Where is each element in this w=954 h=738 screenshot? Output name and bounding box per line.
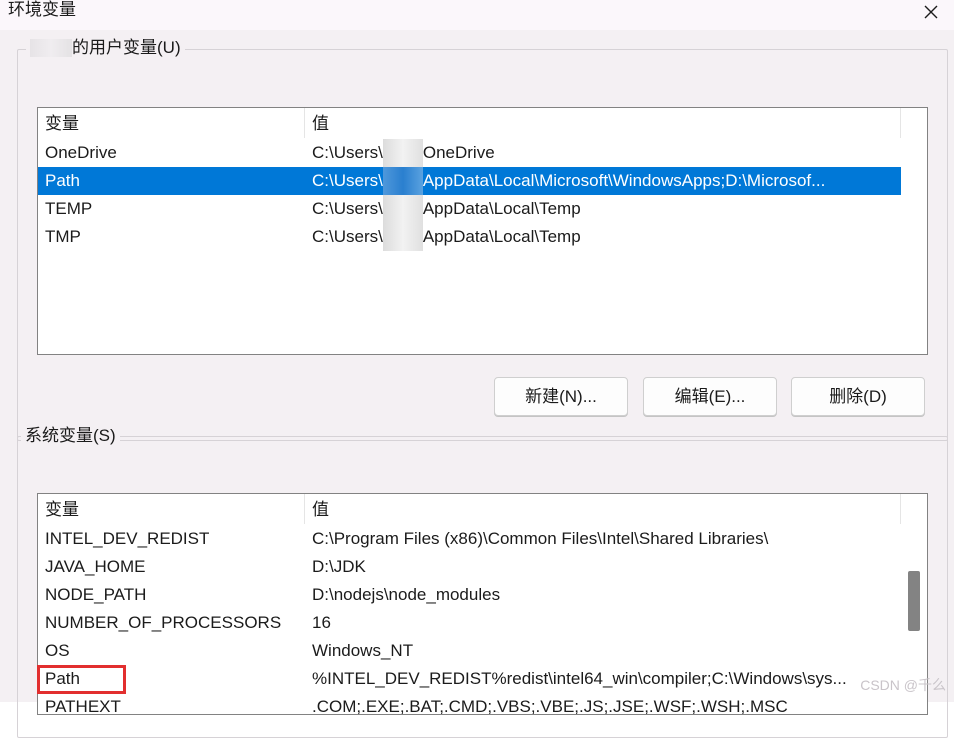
system-variable-row[interactable]: JAVA_HOME D:\JDK (38, 553, 927, 581)
user-variables-label: 的用户变量(U) (26, 38, 185, 58)
column-header-variable[interactable]: 变量 (38, 494, 305, 524)
user-variables-label-text: 的用户变量(U) (72, 38, 181, 57)
list-header: 变量 值 (38, 108, 927, 138)
variable-value: 16 (312, 613, 331, 632)
redacted-username (382, 195, 423, 223)
user-variable-row[interactable]: OneDrive C:\Users\ OneDrive (38, 139, 927, 167)
delete-user-variable-button[interactable]: 删除(D) (791, 377, 925, 416)
value-text: C:\Users\ OneDrive (312, 139, 901, 167)
redacted-username (382, 223, 423, 251)
system-variables-list[interactable]: 变量 值 INTEL_DEV_REDIST C:\Program Files (x… (37, 493, 928, 715)
variable-name: PATHEXT (45, 697, 121, 715)
variable-value: %INTEL_DEV_REDIST%redist\intel64_win\com… (312, 669, 847, 688)
variable-value: D:\nodejs\node_modules (312, 585, 501, 604)
edit-user-variable-button[interactable]: 编辑(E)... (643, 377, 777, 416)
variable-value: D:\JDK (312, 557, 366, 576)
scrollbar-thumb[interactable] (908, 571, 920, 631)
column-header-value[interactable]: 值 (305, 108, 901, 138)
user-variables-list[interactable]: 变量 值 OneDrive C:\Users\ OneDrive Path C:\Use… (37, 107, 928, 355)
value-prefix: C:\Users\ (312, 199, 383, 218)
new-user-variable-button[interactable]: 新建(N)... (494, 377, 628, 416)
column-header-value[interactable]: 值 (305, 494, 901, 524)
redacted-username (382, 139, 423, 167)
system-variable-row[interactable]: NUMBER_OF_PROCESSORS 16 (38, 609, 927, 637)
variable-name: NODE_PATH (45, 585, 147, 604)
system-variable-row[interactable]: NODE_PATH D:\nodejs\node_modules (38, 581, 927, 609)
variable-name: TEMP (45, 199, 93, 218)
variable-value: C:\Users\ AppData\Local\Temp (305, 195, 901, 223)
path-highlight-annotation (37, 665, 126, 694)
variable-name: JAVA_HOME (45, 557, 146, 576)
close-icon (924, 5, 938, 19)
value-suffix: OneDrive (422, 143, 495, 162)
user-variable-row[interactable]: Path C:\Users\ AppData\Local\Microsoft\Win… (38, 167, 901, 195)
system-variable-rows: INTEL_DEV_REDIST C:\Program Files (x86)\C… (38, 525, 927, 715)
variable-value: .COM;.EXE;.BAT;.CMD;.VBS;.VBE;.JS;.JSE;.… (312, 697, 788, 715)
variable-name: OneDrive (45, 143, 117, 162)
system-variable-row[interactable]: INTEL_DEV_REDIST C:\Program Files (x86)\C… (38, 525, 927, 553)
variable-name: OS (45, 641, 70, 660)
variable-name: TMP (45, 227, 81, 246)
variable-name: Path (45, 171, 80, 190)
system-variable-row[interactable]: Path %INTEL_DEV_REDIST%redist\intel64_win… (38, 665, 927, 693)
value-text: C:\Users\ AppData\Local\Temp (312, 195, 901, 223)
watermark: CSDN @千么 (860, 677, 946, 693)
value-prefix: C:\Users\ (312, 143, 383, 162)
column-header-variable[interactable]: 变量 (38, 108, 305, 138)
list-header: 变量 值 (38, 494, 927, 524)
variable-name: NUMBER_OF_PROCESSORS (45, 613, 282, 632)
window-title: 环境变量 (8, 0, 76, 19)
variable-value: C:\Users\ AppData\Local\Temp (305, 223, 901, 251)
variable-value: C:\Users\ OneDrive (305, 139, 901, 167)
user-variable-rows: OneDrive C:\Users\ OneDrive Path C:\Users\ Ap… (38, 139, 927, 251)
system-variables-label: 系统变量(S) (21, 426, 120, 446)
value-text: C:\Users\ AppData\Local\Microsoft\Windows… (312, 167, 901, 195)
value-prefix: C:\Users\ (312, 227, 383, 246)
variable-value: C:\Users\ AppData\Local\Microsoft\Windows… (305, 167, 901, 195)
system-variable-row[interactable]: OS Windows_NT (38, 637, 927, 665)
system-variable-row[interactable]: PATHEXT .COM;.EXE;.BAT;.CMD;.VBS;.VBE;.JS… (38, 693, 927, 715)
title-bar: 环境变量 (0, 0, 954, 30)
variable-name: INTEL_DEV_REDIST (45, 529, 210, 548)
user-variable-row[interactable]: TEMP C:\Users\ AppData\Local\Temp (38, 195, 927, 223)
value-suffix: AppData\Local\Temp (422, 227, 581, 246)
redacted-username (382, 167, 423, 195)
close-button[interactable] (908, 0, 954, 24)
value-text: C:\Users\ AppData\Local\Temp (312, 223, 901, 251)
value-suffix: AppData\Local\Temp (422, 199, 581, 218)
variable-value: C:\Program Files (x86)\Common Files\Inte… (312, 529, 769, 548)
value-prefix: C:\Users\ (312, 171, 383, 190)
user-variable-row[interactable]: TMP C:\Users\ AppData\Local\Temp (38, 223, 927, 251)
value-suffix: AppData\Local\Microsoft\WindowsApps;D:\M… (422, 171, 826, 190)
redacted-username (30, 39, 72, 57)
variable-value: Windows_NT (312, 641, 414, 660)
